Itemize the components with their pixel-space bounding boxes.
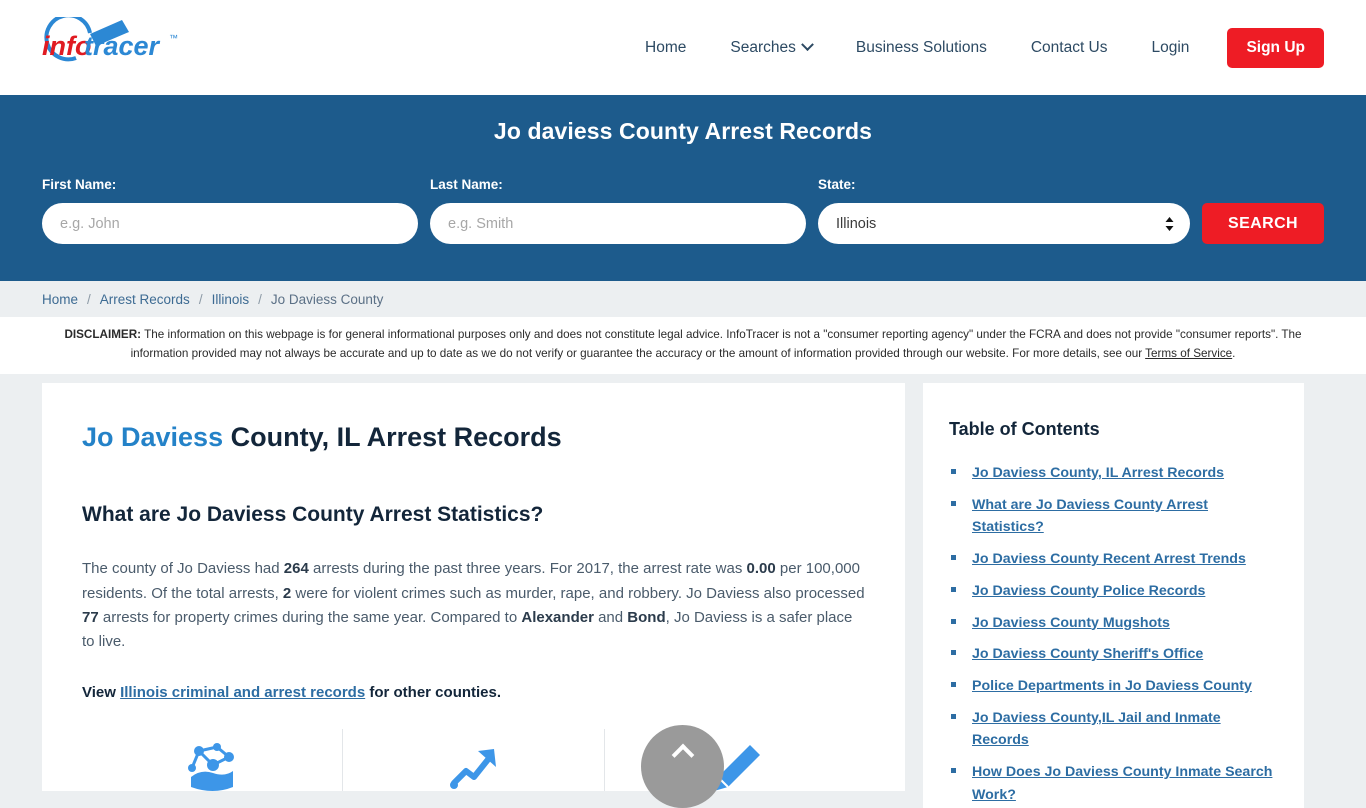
main-navigation: Home Searches Business Solutions Contact… xyxy=(623,27,1324,68)
breadcrumb-item-illinois[interactable]: Illinois xyxy=(212,292,250,307)
toc-item: Jo Daviess County, IL Arrest Records xyxy=(949,462,1274,485)
page-title-county: Jo Daviess xyxy=(82,421,224,452)
breadcrumb-item-home[interactable]: Home xyxy=(42,292,78,307)
compare-county-2: Bond xyxy=(627,608,666,626)
logo-mark-icon: info tracer ™ xyxy=(42,16,178,61)
first-name-label: First Name: xyxy=(42,177,117,192)
violent-crimes-value: 2 xyxy=(282,584,292,602)
breadcrumb-item-arrest-records[interactable]: Arrest Records xyxy=(100,292,190,307)
toc-list: Jo Daviess County, IL Arrest Records Wha… xyxy=(949,462,1274,808)
last-name-field-group: Last Name: xyxy=(430,177,806,244)
compare-county-1: Alexander xyxy=(521,608,594,626)
toc-item: Jo Daviess County Recent Arrest Trends xyxy=(949,548,1274,571)
scroll-to-top-button[interactable] xyxy=(641,725,724,808)
terms-of-service-link[interactable]: Terms of Service xyxy=(1145,347,1232,360)
nav-contact-us[interactable]: Contact Us xyxy=(1009,39,1130,57)
feature-col-2 xyxy=(342,729,603,792)
section-heading-statistics: What are Jo Daviess County Arrest Statis… xyxy=(82,503,544,527)
article-card: Jo Daviess County, IL Arrest Records Wha… xyxy=(42,382,905,792)
svg-text:tracer: tracer xyxy=(84,31,161,61)
toc-link-arrest-statistics[interactable]: What are Jo Daviess County Arrest Statis… xyxy=(972,497,1208,536)
nav-home-label: Home xyxy=(645,38,687,56)
view-suffix: for other counties. xyxy=(365,684,502,702)
svg-text:™: ™ xyxy=(169,33,178,43)
state-select[interactable]: Illinois xyxy=(818,203,1191,244)
view-prefix: View xyxy=(82,684,121,702)
search-banner: Jo daviess County Arrest Records First N… xyxy=(0,95,1366,281)
toc-link-arrest-records[interactable]: Jo Daviess County, IL Arrest Records xyxy=(972,465,1224,481)
toc-link-police-records[interactable]: Jo Daviess County Police Records xyxy=(972,583,1205,599)
illinois-records-link[interactable]: Illinois criminal and arrest records xyxy=(120,684,365,701)
nav-searches[interactable]: Searches xyxy=(708,38,833,57)
breadcrumb: Home / Arrest Records / Illinois / Jo Da… xyxy=(0,281,1366,317)
nav-contact-us-label: Contact Us xyxy=(1030,38,1108,56)
banner-title: Jo daviess County Arrest Records xyxy=(493,118,873,144)
site-header: info tracer ™ Home Searches Business Sol… xyxy=(0,0,1366,95)
last-name-input[interactable] xyxy=(430,203,806,244)
arrests-total-value: 264 xyxy=(283,560,309,578)
chevron-down-icon xyxy=(800,38,814,52)
para-seg-2: arrests during the past three years. For… xyxy=(308,560,747,578)
chevron-up-icon xyxy=(671,743,694,767)
disclaimer-label: DISCLAIMER: xyxy=(64,328,142,341)
state-label: State: xyxy=(818,177,856,192)
breadcrumb-separator: / xyxy=(258,291,262,307)
disclaimer-period: . xyxy=(1232,346,1236,360)
toc-item: Jo Daviess County,IL Jail and Inmate Rec… xyxy=(949,707,1274,752)
table-of-contents-card: Table of Contents Jo Daviess County, IL … xyxy=(923,382,1304,808)
toc-item: Jo Daviess County Sheriff's Office xyxy=(949,643,1274,666)
page-title: Jo Daviess County, IL Arrest Records xyxy=(82,421,865,453)
toc-item: Jo Daviess County Mugshots xyxy=(949,612,1274,635)
toc-item: What are Jo Daviess County Arrest Statis… xyxy=(949,494,1274,539)
last-name-label: Last Name: xyxy=(430,177,503,192)
toc-link-jail-inmate-records[interactable]: Jo Daviess County,IL Jail and Inmate Rec… xyxy=(972,710,1221,749)
trend-arrow-up-icon xyxy=(450,749,497,790)
toc-link-mugshots[interactable]: Jo Daviess County Mugshots xyxy=(972,615,1170,631)
nav-login[interactable]: Login xyxy=(1130,39,1212,57)
first-name-field-group: First Name: xyxy=(42,177,418,244)
toc-link-police-departments[interactable]: Police Departments in Jo Daviess County xyxy=(972,678,1252,694)
feature-icon-strip xyxy=(82,729,865,792)
nav-login-label: Login xyxy=(1151,38,1190,56)
view-records-line: View Illinois criminal and arrest record… xyxy=(82,684,865,701)
nav-business-solutions-label: Business Solutions xyxy=(855,38,987,56)
search-form: First Name: Last Name: State: Illinois xyxy=(0,177,1366,244)
breadcrumb-separator: / xyxy=(87,291,91,307)
network-records-icon xyxy=(188,743,235,792)
para-seg-4: were for violent crimes such as murder, … xyxy=(291,584,865,602)
toc-item: Police Departments in Jo Daviess County xyxy=(949,675,1274,698)
para-seg-5: arrests for property crimes during the s… xyxy=(98,608,522,626)
toc-item: Jo Daviess County Police Records xyxy=(949,580,1274,603)
nav-searches-label: Searches xyxy=(730,38,796,56)
statistics-paragraph: The county of Jo Daviess had 264 arrests… xyxy=(82,557,865,654)
feature-col-1 xyxy=(82,729,342,792)
search-button[interactable]: SEARCH xyxy=(1202,203,1325,244)
arrest-rate-value: 0.00 xyxy=(746,560,776,578)
toc-title: Table of Contents xyxy=(949,418,1100,439)
disclaimer-line-1: The information on this webpage is for g… xyxy=(141,328,1173,341)
infotracer-logo[interactable]: info tracer ™ xyxy=(38,16,208,79)
toc-link-recent-arrest-trends[interactable]: Jo Daviess County Recent Arrest Trends xyxy=(972,551,1246,567)
disclaimer-text: DISCLAIMER: The information on this webp… xyxy=(0,317,1366,374)
toc-link-sheriffs-office[interactable]: Jo Daviess County Sheriff's Office xyxy=(972,646,1203,662)
page-title-rest: County, IL Arrest Records xyxy=(223,421,562,452)
breadcrumb-separator: / xyxy=(198,291,203,307)
first-name-input[interactable] xyxy=(42,203,418,244)
sign-up-button[interactable]: Sign Up xyxy=(1227,27,1324,68)
nav-business-solutions[interactable]: Business Solutions xyxy=(834,39,1009,57)
state-field-group: State: Illinois xyxy=(818,177,1191,244)
breadcrumb-item-current: Jo Daviess County xyxy=(270,291,384,307)
toc-link-inmate-search-work[interactable]: How Does Jo Daviess County Inmate Search… xyxy=(972,764,1272,803)
para-seg-1: The county of Jo Daviess had xyxy=(82,560,284,578)
nav-home[interactable]: Home xyxy=(623,39,708,57)
property-crimes-value: 77 xyxy=(82,608,99,626)
state-select-wrapper: Illinois xyxy=(818,203,1191,244)
para-seg-6: and xyxy=(593,608,628,626)
